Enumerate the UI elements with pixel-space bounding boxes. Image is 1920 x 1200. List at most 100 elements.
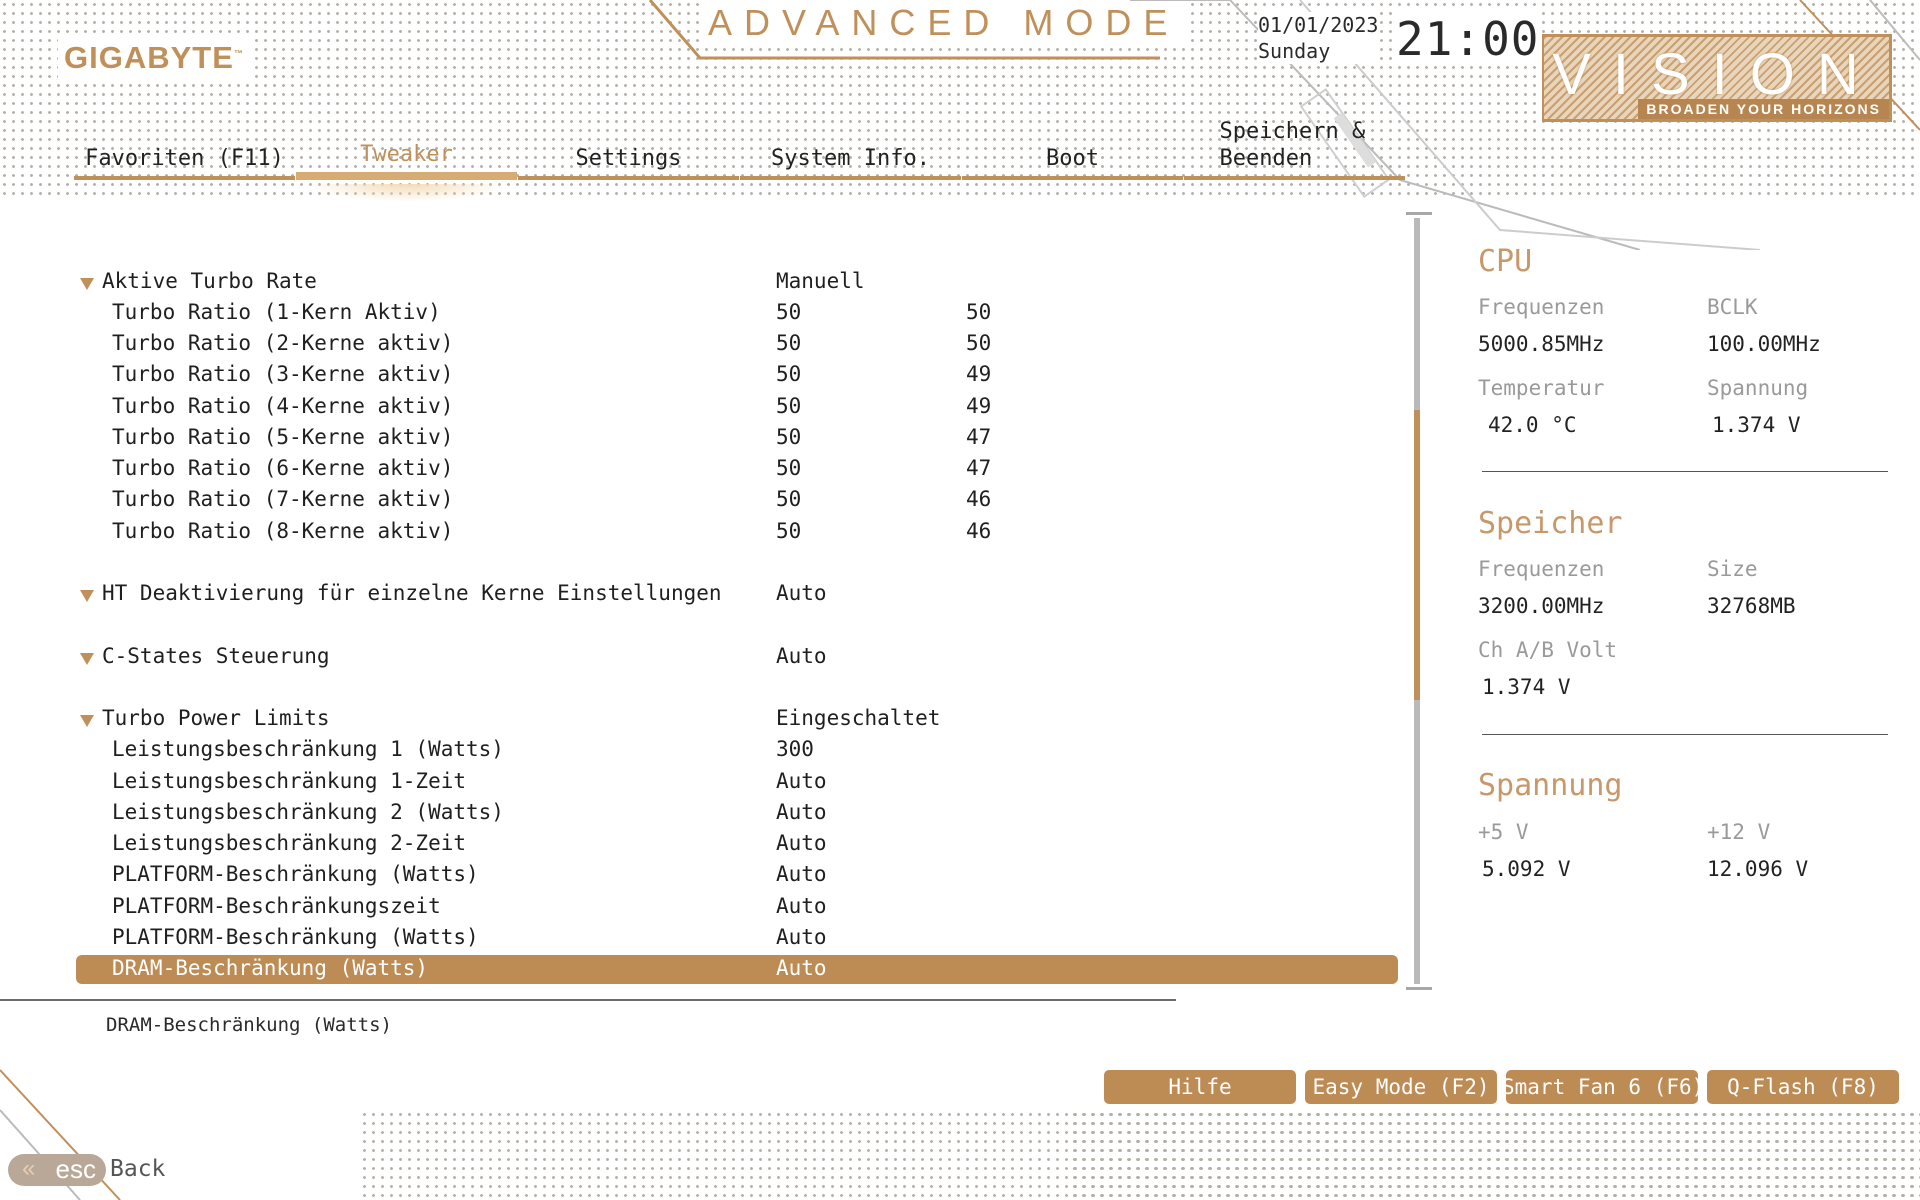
- back-arrow-icon: «: [22, 1155, 36, 1182]
- vision-word: VISION: [1552, 42, 1881, 107]
- help-button[interactable]: Hilfe: [1104, 1070, 1296, 1104]
- setting-row-turbo-ratio-7[interactable]: Turbo Ratio (7-Kerne aktiv) 50 46: [76, 486, 1398, 515]
- setting-row-turbo-ratio-4[interactable]: Turbo Ratio (4-Kerne aktiv) 50 49: [76, 393, 1398, 422]
- setting-value[interactable]: Eingeschaltet: [776, 706, 940, 730]
- setting-row-turbo-ratio-6[interactable]: Turbo Ratio (6-Kerne aktiv) 50 47: [76, 455, 1398, 484]
- scrollbar-thumb[interactable]: [1414, 410, 1420, 700]
- voltage-section-title: Spannung: [1478, 768, 1623, 803]
- setting-value[interactable]: Auto: [776, 956, 827, 980]
- voltage-5v-value: 5.092 V: [1482, 857, 1571, 881]
- setting-row-turbo-ratio-8[interactable]: Turbo Ratio (8-Kerne aktiv) 50 46: [76, 518, 1398, 547]
- help-description: DRAM-Beschränkung (Watts): [106, 1014, 392, 1036]
- dot-pattern-bottom-right: [1070, 1110, 1920, 1200]
- setting-row-turbo-ratio-3[interactable]: Turbo Ratio (3-Kerne aktiv) 50 49: [76, 361, 1398, 390]
- setting-label: Turbo Power Limits: [102, 706, 330, 730]
- setting-value[interactable]: 300: [776, 737, 814, 761]
- setting-label: Leistungsbeschränkung 1-Zeit: [112, 769, 467, 793]
- setting-row-active-turbo-ratio[interactable]: Aktive Turbo Rate Manuell: [76, 268, 1398, 297]
- setting-value[interactable]: Auto: [776, 800, 827, 824]
- setting-row-platform-watts-2[interactable]: PLATFORM-Beschränkung (Watts) Auto: [76, 924, 1398, 953]
- expand-triangle-icon[interactable]: [80, 653, 94, 665]
- easy-mode-button[interactable]: Easy Mode (F2): [1305, 1070, 1497, 1104]
- setting-value[interactable]: Auto: [776, 769, 827, 793]
- setting-value[interactable]: 50: [776, 394, 801, 418]
- setting-label: Leistungsbeschränkung 2 (Watts): [112, 800, 504, 824]
- setting-value[interactable]: 50: [776, 300, 801, 324]
- tab-system-info[interactable]: System Info.: [740, 118, 961, 180]
- setting-row-pl1-time[interactable]: Leistungsbeschränkung 1-Zeit Auto: [76, 768, 1398, 797]
- tab-favorites[interactable]: Favoriten (F11): [74, 118, 295, 180]
- setting-label: Turbo Ratio (1-Kern Aktiv): [112, 300, 441, 324]
- setting-value[interactable]: Auto: [776, 581, 827, 605]
- setting-label: Turbo Ratio (4-Kerne aktiv): [112, 394, 454, 418]
- setting-row-turbo-power-limits[interactable]: Turbo Power Limits Eingeschaltet: [76, 705, 1398, 734]
- back-label[interactable]: Back: [110, 1156, 165, 1182]
- memory-chvolt-label: Ch A/B Volt: [1478, 638, 1618, 662]
- setting-value[interactable]: 50: [776, 487, 801, 511]
- setting-label: Turbo Ratio (3-Kerne aktiv): [112, 362, 454, 386]
- setting-label: DRAM-Beschränkung (Watts): [112, 956, 429, 980]
- setting-row-turbo-ratio-2[interactable]: Turbo Ratio (2-Kerne aktiv) 50 50: [76, 330, 1398, 359]
- setting-value[interactable]: Manuell: [776, 269, 865, 293]
- setting-row-platform-watts[interactable]: PLATFORM-Beschränkung (Watts) Auto: [76, 861, 1398, 890]
- setting-value-2[interactable]: 50: [966, 300, 991, 324]
- qflash-button[interactable]: Q-Flash (F8): [1707, 1070, 1899, 1104]
- tab-tweaker[interactable]: Tweaker: [296, 118, 517, 202]
- setting-row-pl1-watts[interactable]: Leistungsbeschränkung 1 (Watts) 300: [76, 736, 1398, 765]
- setting-label: PLATFORM-Beschränkungszeit: [112, 894, 441, 918]
- setting-label: Turbo Ratio (6-Kerne aktiv): [112, 456, 454, 480]
- date-text: 01/01/2023: [1258, 13, 1379, 37]
- setting-row-turbo-ratio-5[interactable]: Turbo Ratio (5-Kerne aktiv) 50 47: [76, 424, 1398, 453]
- esc-key-button[interactable]: « esc: [8, 1154, 106, 1186]
- setting-value[interactable]: 50: [776, 331, 801, 355]
- tab-label: Tweaker: [360, 142, 453, 167]
- cpu-temp-value: 42.0 °C: [1488, 413, 1577, 437]
- vision-tagline: BROADEN YOUR HORIZONS: [1638, 99, 1889, 119]
- setting-value[interactable]: 50: [776, 362, 801, 386]
- mode-title: ADVANCED MODE: [700, 2, 1188, 44]
- setting-value-2[interactable]: 49: [966, 362, 991, 386]
- setting-value-2[interactable]: 49: [966, 394, 991, 418]
- setting-value[interactable]: 50: [776, 425, 801, 449]
- setting-value[interactable]: Auto: [776, 644, 827, 668]
- setting-row-dram-watts[interactable]: DRAM-Beschränkung (Watts) Auto: [76, 955, 1398, 984]
- setting-value-2[interactable]: 46: [966, 519, 991, 543]
- smart-fan-button[interactable]: Smart Fan 6 (F6): [1506, 1070, 1698, 1104]
- tab-label: Favoriten (F11): [85, 146, 284, 171]
- expand-triangle-icon[interactable]: [80, 590, 94, 602]
- setting-row-turbo-ratio-1[interactable]: Turbo Ratio (1-Kern Aktiv) 50 50: [76, 299, 1398, 328]
- tab-label: Boot: [1046, 146, 1099, 171]
- setting-label: PLATFORM-Beschränkung (Watts): [112, 862, 479, 886]
- settings-scrollbar[interactable]: [1406, 212, 1432, 990]
- setting-label: Turbo Ratio (7-Kerne aktiv): [112, 487, 454, 511]
- setting-value[interactable]: 50: [776, 456, 801, 480]
- tab-boot[interactable]: Boot: [962, 118, 1183, 180]
- cpu-freq-label: Frequenzen: [1478, 295, 1605, 319]
- setting-value-2[interactable]: 47: [966, 456, 991, 480]
- setting-value-2[interactable]: 46: [966, 487, 991, 511]
- tab-save-exit[interactable]: Speichern & Beenden: [1184, 118, 1405, 180]
- setting-value-2[interactable]: 50: [966, 331, 991, 355]
- setting-value[interactable]: Auto: [776, 831, 827, 855]
- setting-value[interactable]: Auto: [776, 894, 827, 918]
- expand-triangle-icon[interactable]: [80, 715, 94, 727]
- setting-value[interactable]: 50: [776, 519, 801, 543]
- expand-triangle-icon[interactable]: [80, 278, 94, 290]
- setting-label: Aktive Turbo Rate: [102, 269, 317, 293]
- setting-row-ht-disable[interactable]: HT Deaktivierung für einzelne Kerne Eins…: [76, 580, 1398, 609]
- setting-value[interactable]: Auto: [776, 925, 827, 949]
- setting-row-pl2-watts[interactable]: Leistungsbeschränkung 2 (Watts) Auto: [76, 799, 1398, 828]
- cpu-temp-label: Temperatur: [1478, 376, 1605, 400]
- gigabyte-logo: GIGABYTE™: [58, 38, 250, 78]
- voltage-5v-label: +5 V: [1478, 820, 1529, 844]
- setting-value-2[interactable]: 47: [966, 425, 991, 449]
- setting-row-platform-time[interactable]: PLATFORM-Beschränkungszeit Auto: [76, 893, 1398, 922]
- brand-name: GIGABYTE: [64, 40, 234, 75]
- tab-settings[interactable]: Settings: [518, 118, 739, 180]
- setting-row-c-states[interactable]: C-States Steuerung Auto: [76, 643, 1398, 672]
- sidebar-divider: [1482, 471, 1888, 472]
- setting-label: C-States Steuerung: [102, 644, 330, 668]
- setting-value[interactable]: Auto: [776, 862, 827, 886]
- setting-row-pl2-time[interactable]: Leistungsbeschränkung 2-Zeit Auto: [76, 830, 1398, 859]
- memory-chvolt-value: 1.374 V: [1482, 675, 1571, 699]
